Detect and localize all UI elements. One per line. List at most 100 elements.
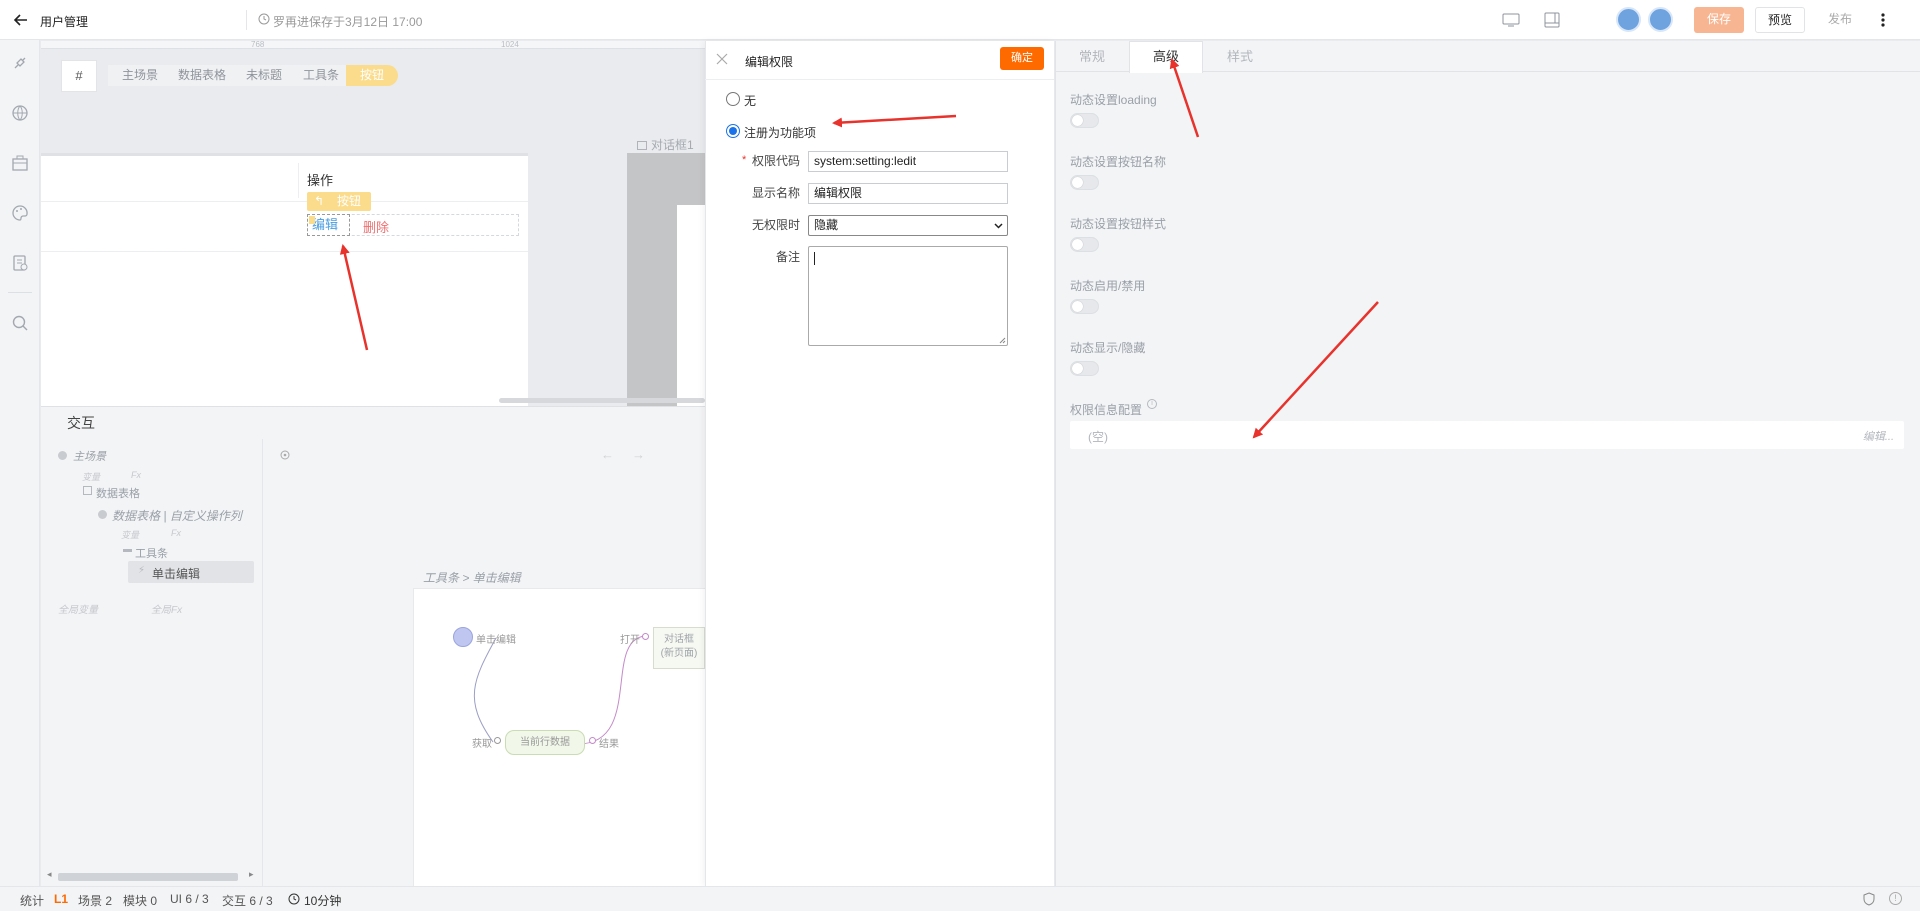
divider bbox=[8, 292, 32, 293]
display-name-input[interactable]: 编辑权限 bbox=[808, 183, 1008, 204]
radio-register[interactable] bbox=[726, 124, 740, 138]
name-label: 显示名称 bbox=[751, 186, 800, 200]
prop-enable-toggle[interactable] bbox=[1070, 299, 1099, 314]
palette-icon[interactable] bbox=[11, 204, 29, 222]
prop-button-style-toggle[interactable] bbox=[1070, 237, 1099, 252]
tab-advanced[interactable]: 高级 bbox=[1129, 41, 1203, 73]
radio-none[interactable] bbox=[726, 92, 740, 106]
scroll-left-icon[interactable]: ◂ bbox=[47, 869, 52, 880]
flow-dialog-line1: 对话框 bbox=[664, 634, 694, 645]
flow-start-node[interactable] bbox=[453, 627, 473, 647]
toolbar-button-chip[interactable]: ↰ 按钮 bbox=[307, 192, 371, 211]
plugin-icon[interactable] bbox=[11, 54, 29, 72]
info-icon[interactable]: i bbox=[1147, 399, 1157, 409]
canvas-scrollbar[interactable] bbox=[499, 398, 705, 403]
table-column-header: 操作 bbox=[307, 173, 334, 188]
component-box-icon[interactable] bbox=[11, 154, 29, 172]
port-icon bbox=[589, 737, 596, 744]
tree-scrollbar[interactable]: ◂ ▸ bbox=[45, 869, 255, 881]
close-icon[interactable] bbox=[716, 53, 728, 65]
prop-loading-toggle[interactable] bbox=[1070, 113, 1099, 128]
tree-event-selected[interactable]: ⚡ 单击编辑 bbox=[128, 561, 254, 583]
toolbar-button-label: 按钮 bbox=[337, 194, 362, 208]
selection-marker bbox=[309, 216, 315, 224]
ruler-tick-label: 1024 bbox=[501, 41, 519, 49]
locate-icon[interactable] bbox=[279, 449, 291, 461]
ruler: 768 1024 bbox=[41, 41, 705, 49]
port-icon bbox=[642, 633, 649, 640]
breadcrumb-item[interactable]: 数据表格 bbox=[164, 65, 237, 86]
design-canvas: 768 1024 操作 ↰ 按钮 编辑 删除 对话框1 # bbox=[41, 41, 705, 406]
tree-global-vars[interactable]: 全局变量 bbox=[58, 601, 98, 616]
publish-button[interactable]: 发布 bbox=[1815, 7, 1865, 33]
noperm-select[interactable]: 隐藏 bbox=[808, 215, 1008, 236]
remark-label: 备注 bbox=[775, 250, 800, 264]
flow-start-label: 单击编辑 bbox=[476, 635, 516, 646]
interaction-count: 交互 6 / 3 bbox=[222, 894, 273, 908]
prop-visible-label: 动态显示/隐藏 bbox=[1070, 341, 1146, 355]
layout-view-icon[interactable] bbox=[1543, 11, 1561, 29]
avatar[interactable] bbox=[1616, 7, 1641, 32]
modal-title: 编辑权限 bbox=[745, 55, 794, 69]
save-status: 罗再进保存于3月12日 17:00 bbox=[273, 15, 423, 29]
flow-path: 工具条 > 单击编辑 bbox=[423, 571, 521, 585]
edit-link-label: 编辑 bbox=[312, 217, 339, 232]
scroll-right-icon[interactable]: ▸ bbox=[249, 869, 254, 880]
more-vertical-icon[interactable] bbox=[1880, 12, 1886, 28]
perm-config-edit[interactable]: 编辑... bbox=[1863, 428, 1894, 444]
interaction-title: 交互 bbox=[67, 415, 95, 431]
table-icon bbox=[83, 486, 92, 495]
dialog-label: 对话框1 bbox=[637, 136, 694, 153]
save-button[interactable]: 保存 bbox=[1694, 7, 1744, 33]
flow-open-label: 打开 bbox=[620, 635, 640, 646]
edit-link[interactable]: 编辑 bbox=[307, 214, 350, 236]
flow-fetch-label: 获取 bbox=[472, 739, 492, 750]
permission-code-input[interactable]: system:setting:ledit bbox=[808, 151, 1008, 172]
undo-icon[interactable]: ← bbox=[601, 447, 614, 462]
tab-style[interactable]: 样式 bbox=[1203, 41, 1277, 72]
radio-dot bbox=[729, 127, 737, 135]
preview-button[interactable]: 预览 bbox=[1755, 7, 1805, 33]
property-panel bbox=[1055, 41, 1920, 886]
breadcrumb-item-active[interactable]: 按钮 bbox=[346, 65, 399, 86]
delete-link[interactable]: 删除 bbox=[363, 217, 389, 236]
data-source-icon[interactable] bbox=[11, 254, 29, 272]
prop-visible-toggle[interactable] bbox=[1070, 361, 1099, 376]
noperm-label: 无权限时 bbox=[751, 218, 800, 232]
flow-row-data-node[interactable]: 当前行数据 bbox=[505, 730, 585, 755]
breadcrumb-hash[interactable]: # bbox=[61, 60, 97, 92]
tree-fx[interactable]: Fx bbox=[171, 528, 181, 538]
divider bbox=[246, 10, 247, 30]
desktop-view-icon[interactable] bbox=[1502, 12, 1520, 28]
tree-vars[interactable]: 变量 bbox=[121, 528, 139, 541]
resize-handle-icon[interactable] bbox=[999, 337, 1006, 344]
globe-icon[interactable] bbox=[11, 104, 29, 122]
node-icon bbox=[98, 510, 107, 519]
search-icon[interactable] bbox=[11, 314, 29, 332]
redo-icon[interactable]: → bbox=[632, 447, 645, 462]
perm-config-field[interactable]: (空) 编辑... bbox=[1070, 421, 1904, 449]
back-arrow-icon[interactable] bbox=[13, 12, 29, 28]
chevron-down-icon bbox=[994, 221, 1003, 230]
help-icon[interactable]: ! bbox=[1889, 892, 1902, 905]
tree-fx[interactable]: Fx bbox=[131, 470, 141, 480]
code-label: 权限代码 bbox=[751, 154, 800, 168]
confirm-button[interactable]: 确定 bbox=[1000, 47, 1044, 70]
flow-dialog-node[interactable]: 对话框 (新页面) bbox=[653, 627, 705, 669]
tree-table[interactable]: 数据表格 bbox=[96, 485, 140, 501]
tree-scene[interactable]: 主场景 bbox=[73, 448, 106, 464]
breadcrumb-item[interactable]: 未标题 bbox=[232, 65, 293, 86]
tab-general[interactable]: 常规 bbox=[1055, 41, 1129, 72]
prop-button-name-toggle[interactable] bbox=[1070, 175, 1099, 190]
tree-toolbar[interactable]: 工具条 bbox=[135, 545, 168, 561]
avatar[interactable] bbox=[1648, 7, 1673, 32]
breadcrumb-item[interactable]: 主场景 bbox=[108, 65, 169, 86]
shield-icon[interactable] bbox=[1862, 892, 1876, 906]
tree-global-fx[interactable]: 全局Fx bbox=[151, 601, 182, 616]
tree-table-column[interactable]: 数据表格 | 自定义操作列 bbox=[112, 507, 242, 524]
tree-vars[interactable]: 变量 bbox=[82, 470, 100, 483]
remark-textarea[interactable] bbox=[808, 246, 1008, 346]
breadcrumb-item[interactable]: 工具条 bbox=[289, 65, 350, 86]
dialog-inner bbox=[677, 205, 705, 406]
modal-header-divider bbox=[705, 79, 1054, 80]
